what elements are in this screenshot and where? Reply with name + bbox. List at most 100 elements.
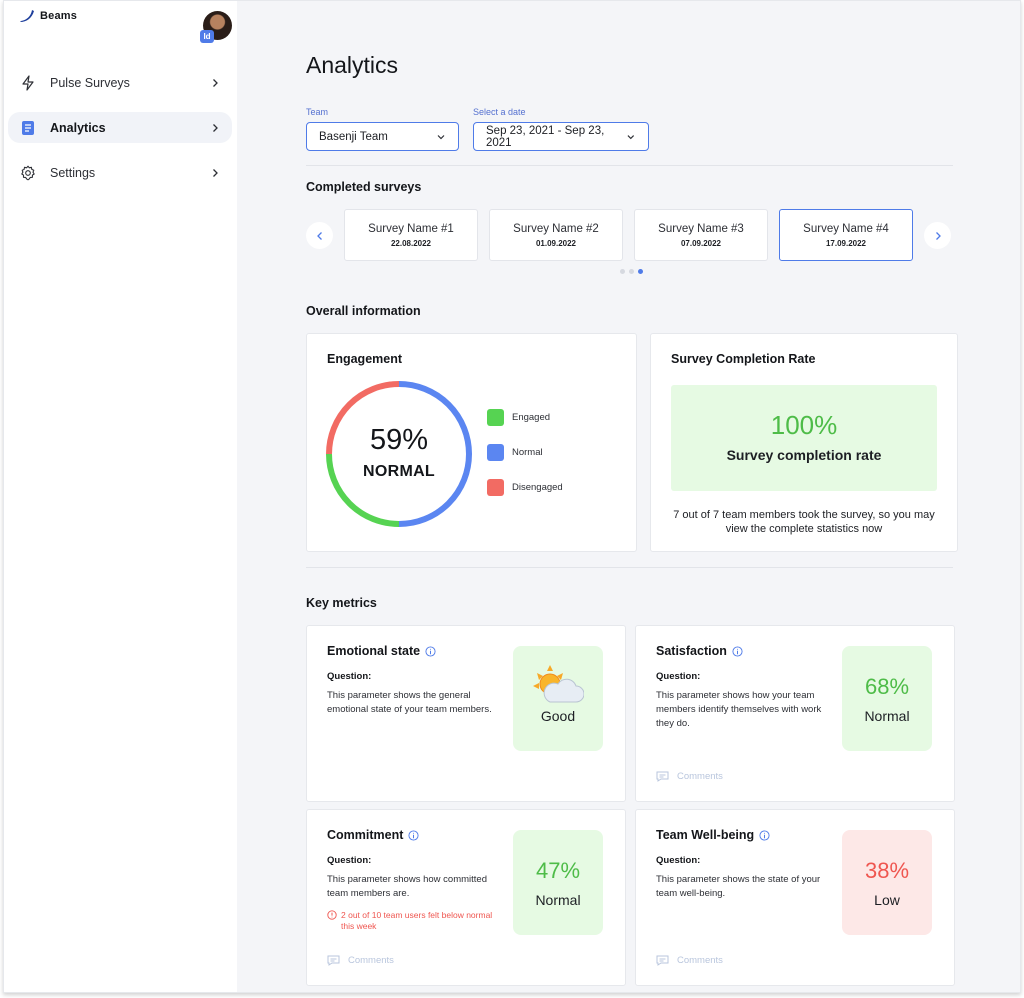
beams-logo-icon [20, 10, 34, 22]
carousel-pagination [620, 269, 643, 274]
warning-message: 2 out of 10 team users felt below normal… [327, 910, 497, 931]
metric-box: 68% Normal [842, 646, 932, 751]
question-label: Question: [656, 855, 701, 866]
team-wellbeing-card: Team Well-being Question: This parameter… [635, 809, 955, 986]
sidebar-item-analytics[interactable]: Analytics [8, 112, 232, 143]
metric-title: Emotional state [327, 644, 436, 658]
comments-link[interactable]: Comments [656, 955, 723, 966]
question-text: This parameter shows how your team membe… [656, 690, 822, 729]
alert-icon [327, 910, 337, 920]
comments-label: Comments [677, 955, 723, 966]
question-label: Question: [656, 671, 701, 682]
legend-label: Engaged [512, 412, 551, 423]
carousel-prev-button[interactable] [306, 222, 333, 249]
comments-label: Comments [348, 955, 394, 966]
survey-date: 07.09.2022 [680, 239, 722, 248]
survey-name: Survey Name #3 [658, 223, 744, 235]
metric-value: 68% [864, 674, 910, 699]
legend-item-disengaged: Disengaged [487, 479, 563, 496]
completion-note: 7 out of 7 team members took the survey,… [673, 509, 935, 535]
comments-link[interactable]: Comments [327, 955, 394, 966]
gear-icon [20, 165, 36, 181]
survey-date: 17.09.2022 [825, 239, 867, 248]
legend-item-normal: Normal [487, 444, 563, 461]
question-text: This parameter shows the state of your t… [656, 874, 821, 899]
legend-label: Normal [512, 447, 543, 458]
commitment-card: Commitment Question: This parameter show… [306, 809, 626, 986]
metric-box: Good [513, 646, 603, 751]
sidebar-item-settings[interactable]: Settings [8, 157, 232, 188]
metric-title-text: Team Well-being [656, 828, 755, 842]
metric-status: Normal [535, 892, 581, 908]
date-label: Select a date [473, 107, 526, 117]
date-select[interactable]: Sep 23, 2021 - Sep 23, 2021 [473, 122, 649, 151]
sidebar-item-label: Analytics [50, 120, 106, 135]
carousel-next-button[interactable] [924, 222, 951, 249]
chevron-right-icon [935, 231, 941, 240]
divider [306, 567, 953, 568]
divider [306, 165, 953, 166]
key-metrics-title: Key metrics [306, 596, 377, 610]
completion-rate-box: 100% Survey completion rate [671, 385, 937, 491]
question-label: Question: [327, 671, 372, 682]
engagement-legend: Engaged Normal Disengaged [487, 409, 563, 514]
metric-title-text: Satisfaction [656, 644, 727, 658]
comment-icon [327, 955, 340, 966]
page-title: Analytics [306, 52, 399, 78]
completed-surveys-title: Completed surveys [306, 180, 422, 194]
comments-link[interactable]: Comments [656, 771, 723, 782]
question-label: Question: [327, 855, 372, 866]
chevron-right-icon [213, 168, 218, 177]
app-window: Beams Id Pulse Surveys Analytics Setting… [3, 0, 1021, 993]
metric-value: 38% [864, 858, 910, 883]
metric-title-text: Emotional state [327, 644, 421, 658]
completion-title: Survey Completion Rate [671, 352, 816, 366]
info-icon[interactable] [425, 645, 436, 657]
sidebar-item-pulse-surveys[interactable]: Pulse Surveys [8, 67, 232, 98]
survey-name: Survey Name #1 [368, 223, 454, 235]
metric-value: 47% [535, 858, 581, 883]
team-label: Team [306, 107, 329, 117]
pagination-dot[interactable] [620, 269, 625, 274]
chevron-down-icon [627, 134, 635, 139]
sidebar: Beams Id Pulse Surveys Analytics Setting… [4, 1, 237, 992]
metric-status: Low [874, 892, 900, 908]
info-icon[interactable] [408, 829, 419, 841]
team-select-value: Basenji Team [319, 130, 388, 143]
info-icon[interactable] [732, 645, 743, 657]
legend-swatch [487, 444, 504, 461]
avatar-badge: Id [200, 30, 214, 43]
sidebar-item-label: Settings [50, 165, 96, 180]
survey-name: Survey Name #4 [803, 223, 889, 235]
lightning-icon [20, 74, 36, 91]
pagination-dot-active[interactable] [638, 269, 643, 274]
legend-item-engaged: Engaged [487, 409, 563, 426]
brand-name: Beams [40, 10, 78, 22]
metric-title: Satisfaction [656, 644, 743, 658]
sidebar-item-label: Pulse Surveys [50, 75, 130, 90]
brand[interactable]: Beams [20, 10, 77, 22]
engagement-title: Engagement [327, 352, 403, 366]
survey-card-selected[interactable]: Survey Name #4 17.09.2022 [779, 209, 913, 261]
pagination-dot[interactable] [629, 269, 634, 274]
metric-box: 47% Normal [513, 830, 603, 935]
completion-rate-label: Survey completion rate [726, 447, 882, 463]
info-icon[interactable] [759, 829, 770, 841]
question-text: This parameter shows how committed team … [327, 874, 487, 899]
metric-title-text: Commitment [327, 828, 404, 842]
partly-sunny-icon [533, 665, 584, 703]
warning-text: 2 out of 10 team users felt below normal… [341, 910, 493, 931]
emotional-state-card: Emotional state Question: This parameter… [306, 625, 626, 802]
survey-name: Survey Name #2 [513, 223, 599, 235]
legend-label: Disengaged [512, 482, 563, 493]
engagement-status: NORMAL [362, 463, 435, 480]
question-text: This parameter shows the general emotion… [327, 690, 492, 715]
engagement-value: 59% [369, 424, 429, 456]
survey-card[interactable]: Survey Name #2 01.09.2022 [489, 209, 623, 261]
survey-card[interactable]: Survey Name #3 07.09.2022 [634, 209, 768, 261]
chevron-right-icon [213, 78, 218, 87]
metric-status: Normal [864, 708, 910, 724]
metric-status: Good [540, 708, 576, 724]
team-select[interactable]: Basenji Team [306, 122, 459, 151]
survey-card[interactable]: Survey Name #1 22.08.2022 [344, 209, 478, 261]
